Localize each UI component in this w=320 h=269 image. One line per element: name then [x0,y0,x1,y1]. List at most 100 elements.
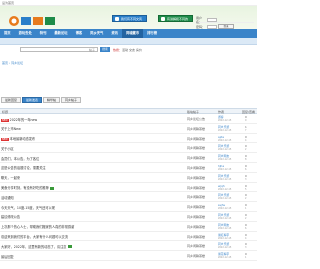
thread-title-link[interactable]: 上次那个热心人士，帮助我们搬家的人真的非常感谢 [1,225,74,229]
thread-tab[interactable]: 最新回复 [1,97,22,103]
thread-title-link[interactable]: 关于小区 [1,147,14,151]
thread-title-link[interactable]: 聊天，一起来 [1,176,20,180]
view-count: 4 [245,236,247,240]
forum-link[interactable]: 同乡闲聊茶楼 [187,137,205,141]
thread-title-link[interactable]: 关于上市New [1,127,21,131]
post-date: 2022-12-15 [218,246,232,250]
qrcode-icon [161,17,165,21]
thread-title-cell: 最后回复 [1,254,181,259]
view-count: 6 [245,167,247,171]
hot-search-terms[interactable]: 活动 交友 房价 [122,48,142,52]
thread-title-link[interactable]: 本地最新动态发布 [10,137,36,141]
post-date: 2022-12-15 [218,128,232,132]
thread-title-cell: 这是公告的话题讨论，需要关注 [1,165,181,170]
view-count: 6 [245,226,247,230]
post-date: 2022-12-15 [218,177,232,181]
forum-link[interactable]: 同乡闲聊茶楼 [187,195,205,199]
thread-title-link[interactable]: 这是公告的话题讨论，需要关注 [1,166,46,170]
nav-item[interactable]: 同乡天气 [86,29,107,38]
view-count: 1 [245,207,247,211]
nav-item[interactable]: 特刊 [36,29,51,38]
thread-title-link[interactable]: 2022年的一年new [10,118,37,122]
table-row: NEW 2022年的一年new 同乡论坛公告 游客 2022-12-15 0 0 [0,114,257,124]
hot-search: 热搜：活动 交友 房价 [113,48,142,52]
forum-link[interactable]: 同乡闲聊茶楼 [187,254,205,258]
post-date: 2022-12-15 [218,256,232,260]
post-date: 2022-12-15 [218,236,232,240]
thread-title-cell: 上次那个热心人士，帮助我们搬家的人真的非常感谢 [1,224,181,229]
promo-banner-1[interactable]: 我们有不同文风 [112,15,147,22]
forum-link[interactable]: 同乡闲聊茶楼 [187,186,205,190]
nav-item[interactable]: 游玩去处 [15,29,36,38]
thread-title-cell: 会员们，本公告，为了各位 [1,156,181,161]
search-bar: 帖子 搜索 热搜：活动 交友 房价 [0,46,257,56]
table-row: 大家好，2022年，这里有新的动态了，请注意 同乡闲聊茶楼 同乡乐游 2022-12-… [0,241,257,252]
promo-label-1: 我们有不同文风 [121,17,143,21]
thread-title-link[interactable]: 今天天气，10度-15度，天气还可以呢 [1,206,55,210]
site-logo[interactable] [8,14,58,27]
password-input[interactable] [207,24,217,29]
username-input[interactable] [207,17,217,22]
search-input[interactable]: 帖子 [20,47,98,52]
set-homepage-link[interactable]: 设为首页 [2,1,14,5]
new-badge: NEW [1,118,9,122]
forum-link[interactable]: 同乡闲聊茶楼 [187,166,205,170]
promo-banner-2[interactable]: 有讲解和不同的 [158,15,193,22]
post-date: 2022-12-15 [218,207,232,211]
table-row: 建议修改公告 同乡闲聊茶楼 同乡乐游 2022-12-15 0 2 [0,212,257,222]
forum-link[interactable]: 同乡闲聊茶楼 [187,215,205,219]
sub-nav [0,38,257,45]
thread-title-link[interactable]: 会员们，本公告，为了各位 [1,157,39,161]
thread-title-link[interactable]: 最后回复 [1,255,14,259]
thread-title-cell: 欢迎来到我们的平台，大家有什么问题可以交流 [1,234,181,239]
search-button[interactable]: 搜索 [100,47,110,52]
view-count: 2 [245,148,247,152]
breadcrumb[interactable]: 首页 › 同乡论坛 [2,61,23,65]
nav-item[interactable]: 资讯 [107,29,122,38]
thread-title-link[interactable]: 活动通知 [1,196,14,200]
thread-tab[interactable]: 同乡帖子 [61,97,82,103]
nav-item[interactable]: 同城藏市 [121,29,144,38]
forum-link[interactable]: 同乡闲聊茶楼 [187,156,205,160]
view-count: 0 [245,119,247,122]
site-header: 我们有不同文风 有讲解和不同的 用户名： 密码： 登录 [0,6,257,30]
thread-list: NEW 2022年的一年new 同乡论坛公告 游客 2022-12-15 0 0 关于上市Ne… [0,114,257,261]
forum-link[interactable]: 同乡论坛公告 [187,117,205,121]
table-row: 这是公告的话题讨论，需要关注 同乡闲聊茶楼 hjha 2022-12-15 0 6 [0,163,257,173]
post-date: 2022-12-15 [218,187,232,191]
new-badge: NEW [1,138,9,142]
view-count: 3 [245,246,247,250]
main-nav: 首页 游玩去处 特刊 最新论坛 博客 同乡天气 资讯 同城藏市 排行榜 [0,29,257,38]
password-label: 密码： [196,24,206,29]
forum-link[interactable]: 同乡闲聊茶楼 [187,244,205,248]
forum-link[interactable]: 同乡闲聊茶楼 [187,225,205,229]
thread-title-link[interactable]: 欢迎来到我们的平台，大家有什么问题可以交流 [1,235,68,239]
thread-title-link[interactable]: 建议修改公告 [1,215,20,219]
view-count: 5 [245,187,247,191]
thread-title-link[interactable]: 大家好，2022年，这里有新的动态了，请注意 [1,245,67,249]
nav-item[interactable]: 博客 [72,29,87,38]
forum-link[interactable]: 同乡闲聊茶楼 [187,127,205,131]
forum-link[interactable]: 同乡闲聊茶楼 [187,235,205,239]
thread-title-cell: NEW 2022年的一年new [1,117,181,122]
nav-item[interactable]: 首页 [0,29,15,38]
nav-item[interactable]: 排行榜 [143,29,161,38]
forum-link[interactable]: 同乡闲聊茶楼 [187,176,205,180]
post-date: 2022-12-15 [218,226,232,230]
search-scope[interactable]: 帖子 [89,48,95,52]
thread-title-cell: 美食分享时刻，有没有好吃的推荐 [1,185,181,190]
thread-tab[interactable]: 最新发表 [22,97,43,103]
post-date: 2022-12-15 [218,148,232,152]
thread-title-link[interactable]: 美食分享时刻，有没有好吃的推荐 [1,186,49,190]
forum-link[interactable]: 同乡闲聊茶楼 [187,146,205,150]
nav-item[interactable]: 最新论坛 [50,29,71,38]
username-label: 用户名： [196,15,203,24]
view-count: 8 [245,158,247,162]
post-date: 2022-12-15 [218,167,232,171]
thread-tab[interactable]: 精华帖 [43,97,61,103]
thread-title-cell: 关于小区 [1,146,181,151]
thread-title-cell: NEW 本地最新动态发布 [1,136,181,142]
forum-link[interactable]: 同乡闲聊茶楼 [187,205,205,209]
table-row: NEW 本地最新动态发布 同乡闲聊茶楼 ajda 2022-12-15 0 4 [0,134,257,144]
thread-title-cell: 聊天，一起来 [1,175,181,180]
